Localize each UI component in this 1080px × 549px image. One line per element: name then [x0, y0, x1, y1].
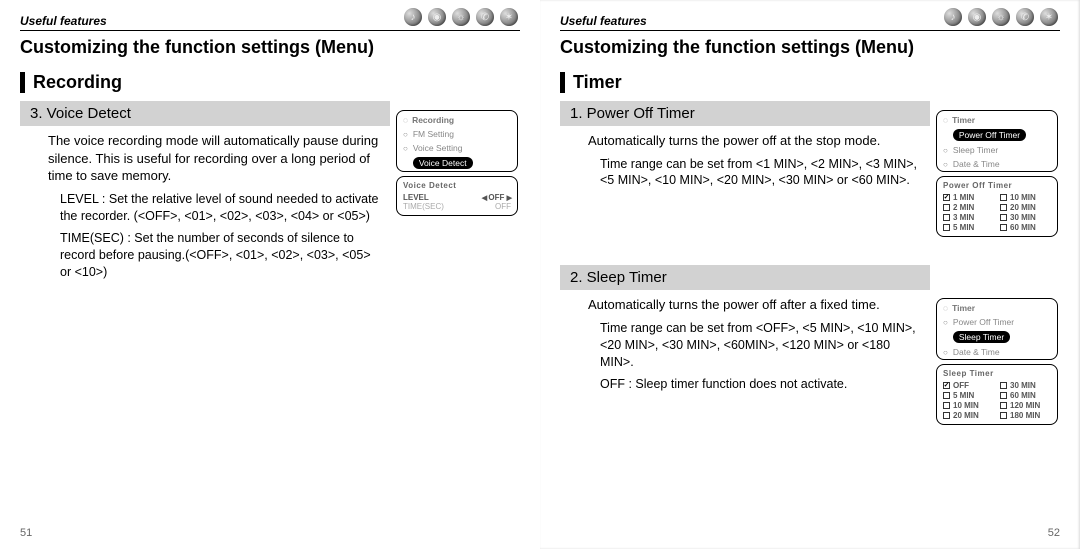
kv-label: LEVEL	[403, 193, 429, 202]
menu-graphic: ◌Recording ○FM Setting ○Voice Setting ●V…	[396, 110, 518, 216]
menu-row: Power Off Timer	[953, 317, 1014, 327]
menu-graphic-1: ◌Timer ●Power Off Timer ○Sleep Timer ○Da…	[936, 110, 1058, 237]
opt: 20 MIN	[953, 411, 979, 420]
opt: 180 MIN	[1010, 411, 1040, 420]
checkbox-icon	[1000, 412, 1007, 419]
checkbox-icon	[943, 382, 950, 389]
opt: 20 MIN	[1010, 203, 1036, 212]
checkbox-icon	[1000, 204, 1007, 211]
sub-box-voice-detect: Voice Detect LEVEL◀ OFF ▶ TIME(SEC)OFF	[396, 176, 518, 216]
opt: 10 MIN	[1010, 193, 1036, 202]
page-right: ♪ ◉ ☼ ✆ ✶ Useful features Customizing th…	[540, 0, 1080, 549]
checkbox-icon	[943, 392, 950, 399]
item2-off-note: OFF : Sleep timer function does not acti…	[560, 376, 930, 399]
menu-graphic-2: ◌Timer ○Power Off Timer ●Sleep Timer ○Da…	[936, 298, 1058, 425]
opt: 1 MIN	[953, 193, 974, 202]
page-spread: ♪ ◉ ☼ ✆ ✶ Useful features Customizing th…	[0, 0, 1080, 549]
music-icon: ♪	[944, 8, 962, 26]
checkbox-icon	[943, 402, 950, 409]
menu-header: Timer	[952, 303, 975, 313]
checkbox-icon	[943, 194, 950, 201]
menu-row-selected: Sleep Timer	[953, 331, 1010, 343]
item1-title-band: 1. Power Off Timer	[560, 101, 930, 126]
menu-row: Sleep Timer	[953, 145, 998, 155]
opt: 10 MIN	[953, 401, 979, 410]
opt: 2 MIN	[953, 203, 974, 212]
page-title: Customizing the function settings (Menu)	[560, 37, 1060, 58]
page-number: 52	[1048, 527, 1060, 539]
checkbox-icon	[1000, 382, 1007, 389]
menu-header: Recording	[412, 115, 454, 125]
sub-title: Power Off Timer	[943, 181, 1051, 190]
checkbox-icon	[943, 224, 950, 231]
music-icon: ♪	[404, 8, 422, 26]
opt: 120 MIN	[1010, 401, 1040, 410]
item-desc: The voice recording mode will automatica…	[20, 130, 390, 191]
opt: 60 MIN	[1010, 391, 1036, 400]
page-number: 51	[20, 527, 32, 539]
header-icons: ♪ ◉ ☼ ✆ ✶	[404, 8, 518, 26]
checkbox-icon	[943, 204, 950, 211]
header-icons: ♪ ◉ ☼ ✆ ✶	[944, 8, 1058, 26]
menu-row-selected: Voice Detect	[413, 157, 473, 169]
opt: 60 MIN	[1010, 223, 1036, 232]
menu-row-selected: Power Off Timer	[953, 129, 1026, 141]
item1-range: Time range can be set from <1 MIN>, <2 M…	[560, 156, 930, 196]
hairline	[20, 30, 520, 31]
opt: 30 MIN	[1010, 213, 1036, 222]
spiral-icon: ◉	[968, 8, 986, 26]
hairline	[560, 30, 1060, 31]
gear-icon: ✶	[500, 8, 518, 26]
kv-value: OFF	[495, 202, 511, 211]
item-title-band: 3. Voice Detect	[20, 101, 390, 126]
opt: OFF	[953, 381, 969, 390]
menu-row: Date & Time	[953, 347, 1000, 357]
menu-header: Timer	[952, 115, 975, 125]
gear-icon: ✶	[1040, 8, 1058, 26]
checkbox-icon	[1000, 214, 1007, 221]
menu-box-recording: ◌Recording ○FM Setting ○Voice Setting ●V…	[396, 110, 518, 172]
globe-icon: ☼	[452, 8, 470, 26]
sub-box-power-off: Power Off Timer 1 MIN 10 MIN 2 MIN 20 MI…	[936, 176, 1058, 237]
item2-desc: Automatically turns the power off after …	[560, 294, 930, 320]
sub-title: Voice Detect	[403, 181, 511, 190]
opt: 5 MIN	[953, 391, 974, 400]
menu-row: Voice Setting	[413, 143, 463, 153]
checkbox-icon	[943, 412, 950, 419]
sub-title: Sleep Timer	[943, 369, 1051, 378]
section-heading: Timer	[560, 72, 1060, 93]
menu-row: Date & Time	[953, 159, 1000, 169]
item2-title-band: 2. Sleep Timer	[560, 265, 930, 290]
level-line: LEVEL : Set the relative level of sound …	[20, 191, 390, 231]
checkbox-icon	[1000, 224, 1007, 231]
spiral-icon: ◉	[428, 8, 446, 26]
page-title: Customizing the function settings (Menu)	[20, 37, 520, 58]
checkbox-icon	[1000, 194, 1007, 201]
kv-value: OFF	[488, 193, 504, 202]
menu-box-timer-1: ◌Timer ●Power Off Timer ○Sleep Timer ○Da…	[936, 110, 1058, 172]
checkbox-icon	[943, 214, 950, 221]
menu-box-timer-2: ◌Timer ○Power Off Timer ●Sleep Timer ○Da…	[936, 298, 1058, 360]
checkbox-icon	[1000, 392, 1007, 399]
kv-label: TIME(SEC)	[403, 202, 444, 211]
opt: 3 MIN	[953, 213, 974, 222]
section-heading: Recording	[20, 72, 520, 93]
sub-box-sleep-timer: Sleep Timer OFF 30 MIN 5 MIN 60 MIN 10 M…	[936, 364, 1058, 425]
mic-icon: ✆	[1016, 8, 1034, 26]
checkbox-icon	[1000, 402, 1007, 409]
item1-desc: Automatically turns the power off at the…	[560, 130, 930, 156]
opt: 5 MIN	[953, 223, 974, 232]
menu-row: FM Setting	[413, 129, 454, 139]
globe-icon: ☼	[992, 8, 1010, 26]
item2-range: Time range can be set from <OFF>, <5 MIN…	[560, 320, 930, 377]
page-left: ♪ ◉ ☼ ✆ ✶ Useful features Customizing th…	[0, 0, 540, 549]
timesec-line: TIME(SEC) : Set the number of seconds of…	[20, 230, 390, 287]
mic-icon: ✆	[476, 8, 494, 26]
opt: 30 MIN	[1010, 381, 1036, 390]
